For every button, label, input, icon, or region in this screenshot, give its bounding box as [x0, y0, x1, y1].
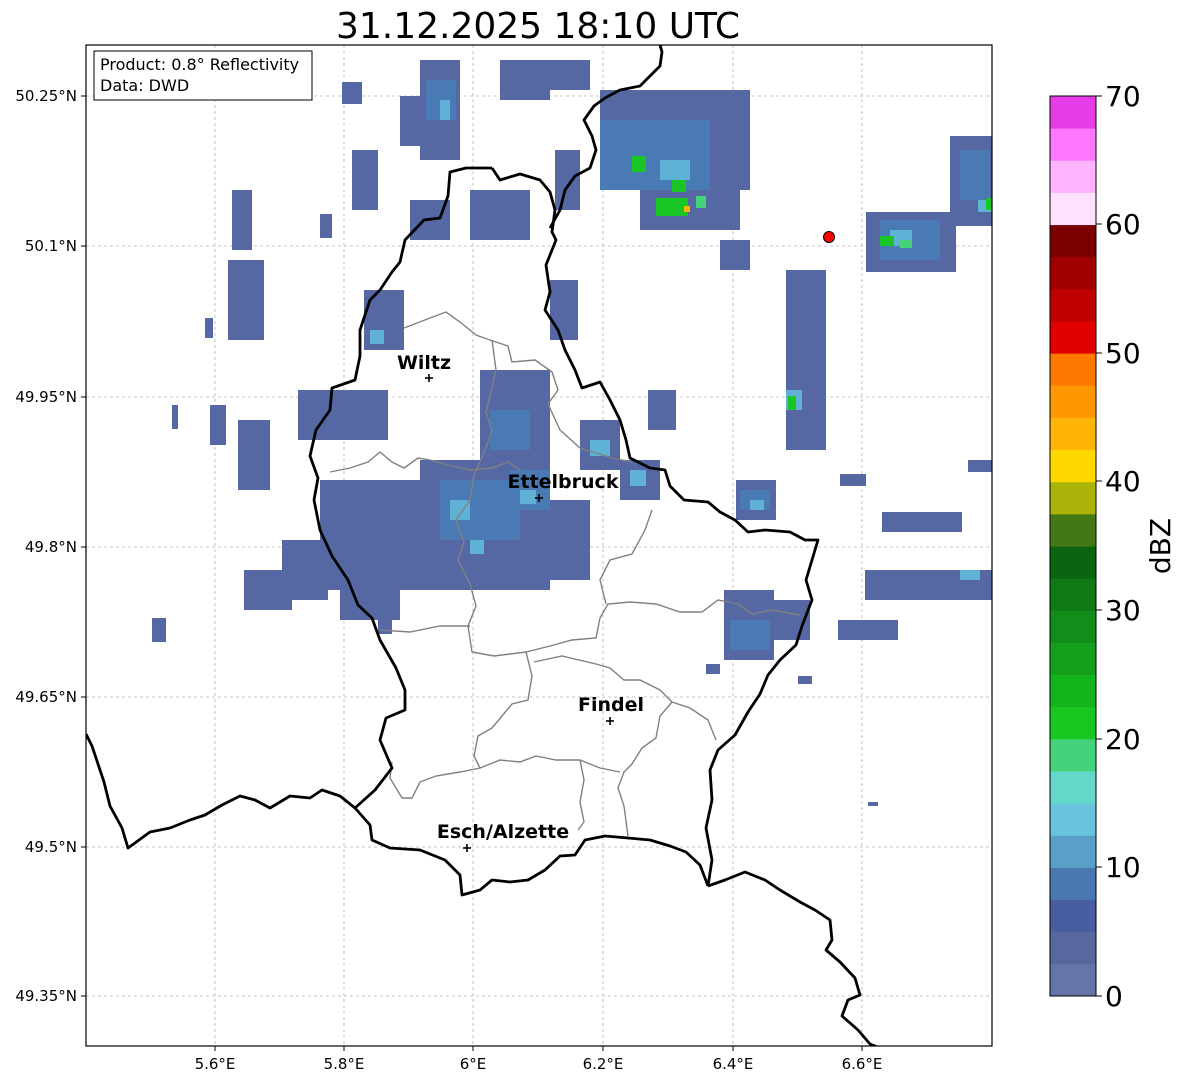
colorbar-segment	[1050, 867, 1096, 901]
radar-echoes	[152, 60, 992, 806]
info-data-source: Data: DWD	[100, 76, 189, 95]
radar-station-marker	[823, 231, 835, 243]
colorbar-tick-label: 40	[1105, 465, 1141, 498]
colorbar-segment	[1050, 96, 1096, 129]
colorbar-segment	[1050, 771, 1096, 804]
colorbar-tick-label: 70	[1105, 80, 1141, 113]
x-tick-label: 5.8°E	[324, 1055, 365, 1073]
x-tick-label: 6.4°E	[713, 1055, 754, 1073]
colorbar-tick-label: 50	[1105, 337, 1141, 370]
colorbar-tick-label: 60	[1105, 208, 1141, 241]
colorbar-segment	[1050, 931, 1096, 965]
colorbar-segment	[1050, 706, 1096, 740]
colorbar-segment	[1050, 288, 1096, 322]
y-tick-label: 49.5°N	[25, 838, 77, 856]
colorbar-segment	[1050, 738, 1096, 772]
y-tick-label: 49.8°N	[25, 538, 77, 556]
colorbar-segment	[1050, 321, 1096, 354]
colorbar-tick-label: 10	[1105, 851, 1141, 884]
colorbar-segment	[1050, 578, 1096, 611]
y-axis	[81, 95, 86, 997]
colorbar-segment	[1050, 610, 1096, 643]
colorbar-segment	[1050, 899, 1096, 933]
y-tick-label: 49.95°N	[15, 388, 77, 406]
city-label-ettelbruck: Ettelbruck	[508, 471, 619, 493]
colorbar-segment	[1050, 674, 1096, 708]
colorbar-ticks	[1096, 95, 1102, 997]
x-tick-label: 6.6°E	[842, 1055, 883, 1073]
colorbar-segment	[1050, 192, 1096, 226]
colorbar-label: dBZ	[1144, 518, 1177, 574]
colorbar-segment	[1050, 128, 1096, 161]
city-label-esch-alzette: Esch/Alzette	[437, 821, 569, 843]
colorbar-segment	[1050, 803, 1096, 836]
colorbar-segment	[1050, 835, 1096, 868]
colorbar-segment	[1050, 481, 1096, 515]
y-tick-label: 49.65°N	[15, 688, 77, 706]
y-tick-label: 50.1°N	[25, 237, 77, 255]
x-axis	[214, 1046, 863, 1051]
colorbar-tick-label: 0	[1105, 980, 1123, 1013]
x-tick-label: 6.2°E	[583, 1055, 624, 1073]
city-label-findel: Findel	[578, 694, 644, 716]
y-tick-label: 49.35°N	[15, 987, 77, 1005]
y-tick-label: 50.25°N	[15, 87, 77, 105]
info-product: Product: 0.8° Reflectivity	[100, 55, 299, 74]
colorbar-tick-label: 30	[1105, 594, 1141, 627]
radar-map: Wiltz Ettelbruck Findel Esch/Alzette Pro…	[15, 44, 1177, 1073]
x-tick-label: 6°E	[460, 1055, 487, 1073]
colorbar-segment	[1050, 963, 1096, 997]
colorbar-segment	[1050, 353, 1096, 386]
colorbar-segment	[1050, 513, 1096, 547]
x-tick-label: 5.6°E	[195, 1055, 236, 1073]
city-label-wiltz: Wiltz	[397, 352, 451, 374]
colorbar-tick-label: 20	[1105, 723, 1141, 756]
colorbar-segment	[1050, 224, 1096, 258]
colorbar-segment	[1050, 385, 1096, 418]
colorbar-segment	[1050, 449, 1096, 483]
colorbar-segment	[1050, 642, 1096, 676]
colorbar-segment	[1050, 160, 1096, 193]
colorbar-segment	[1050, 417, 1096, 451]
colorbar	[1050, 96, 1096, 997]
colorbar-segment	[1050, 256, 1096, 290]
info-box: Product: 0.8° Reflectivity Data: DWD	[93, 50, 313, 101]
colorbar-segment	[1050, 546, 1096, 579]
